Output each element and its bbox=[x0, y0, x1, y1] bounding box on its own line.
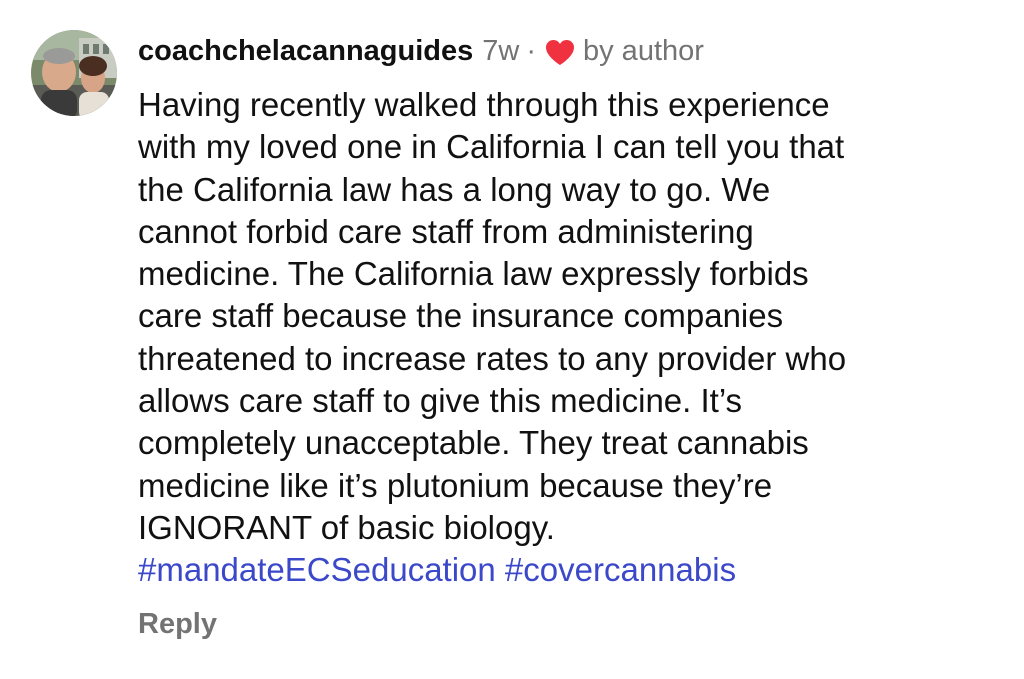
comment-text-line: threatened to increase rates to any prov… bbox=[138, 339, 847, 377]
liked-by-author-label: by author bbox=[583, 34, 704, 67]
timestamp: 7w bbox=[482, 34, 520, 67]
separator-dot: · bbox=[526, 34, 536, 67]
comment-text-line: with my loved one in California I can te… bbox=[138, 128, 845, 166]
comment-text-line: the California law has a long way to go.… bbox=[138, 170, 771, 208]
hashtag-link[interactable]: #covercannabis bbox=[505, 551, 736, 588]
comment: coachchelacannaguides 7w · by author Hav… bbox=[0, 0, 1024, 679]
avatar[interactable] bbox=[31, 30, 117, 116]
comment-text-line: cannot forbid care staff from administer… bbox=[138, 212, 754, 250]
comment-text-line: completely unacceptable. They treat cann… bbox=[138, 424, 809, 462]
username[interactable]: coachchelacannaguides bbox=[138, 35, 473, 68]
hashtag-list: #mandateECSeducation #covercannabis bbox=[138, 549, 998, 591]
comment-text-line: care staff because the insurance compani… bbox=[138, 297, 784, 335]
avatar-photo bbox=[31, 30, 117, 116]
comment-body: Having recently walked through this expe… bbox=[138, 84, 998, 592]
comment-text-line: IGNORANT of basic biology. bbox=[138, 508, 555, 546]
comment-content: coachchelacannaguides 7w · by author Hav… bbox=[138, 26, 998, 592]
comment-text-line: medicine. The California law expressly f… bbox=[138, 255, 809, 293]
comment-text-line: medicine like it’s plutonium because the… bbox=[138, 466, 773, 504]
hashtag-link[interactable]: #mandateECSeducation bbox=[138, 551, 496, 588]
comment-text-line: Having recently walked through this expe… bbox=[138, 86, 830, 123]
comment-header: coachchelacannaguides 7w · by author bbox=[138, 26, 998, 76]
red-heart-icon bbox=[545, 39, 575, 66]
reply-button[interactable]: Reply bbox=[138, 608, 217, 641]
comment-text-line: allows care staff to give this medicine.… bbox=[138, 382, 743, 420]
